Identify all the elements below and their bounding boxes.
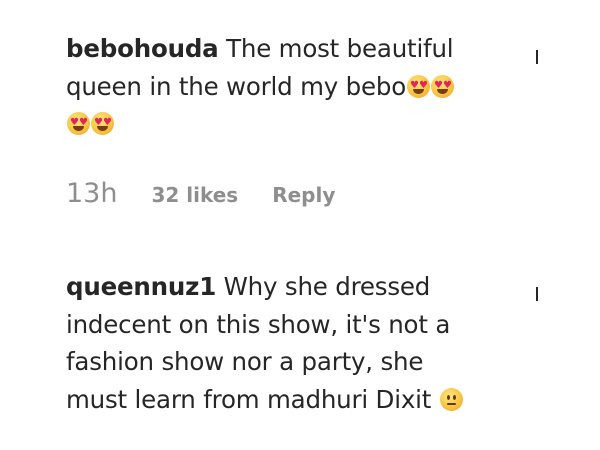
comment-text-line: must learn from madhuri Dixit: [66, 384, 439, 414]
neutral-face-emoji-icon: [439, 387, 463, 411]
heart-eyes-emoji-icon: ♥ ♥: [431, 74, 455, 98]
comment-text: bebohouda The most beautiful queen in th…: [66, 30, 506, 143]
comment-meta: 13h 32 likes Reply: [66, 178, 335, 209]
comment-likes-count[interactable]: 32 likes: [151, 183, 238, 207]
comment-text: queennuz1 Why she dressed indecent on th…: [66, 268, 506, 418]
heart-eyes-emoji-icon: ♥ ♥: [91, 112, 114, 135]
like-heart-icon[interactable]: [536, 287, 538, 301]
comment: bebohouda The most beautiful queen in th…: [66, 30, 506, 143]
comment-text-line: indecent on this show, it's not a: [66, 309, 451, 339]
comment-text-line: The most beautiful: [218, 34, 454, 63]
heart-eyes-emoji-icon: ♥ ♥: [67, 112, 90, 135]
comment-text-line: queen in the world my bebo: [66, 71, 407, 101]
comment-text-line: fashion show nor a party, she: [66, 347, 424, 376]
comment-username[interactable]: bebohouda: [66, 34, 219, 63]
comment-timestamp: 13h: [66, 178, 118, 209]
comment: queennuz1 Why she dressed indecent on th…: [66, 268, 506, 418]
like-heart-icon[interactable]: [536, 50, 538, 64]
comment-username[interactable]: queennuz1: [66, 272, 216, 301]
heart-eyes-emoji-icon: ♥ ♥: [407, 74, 431, 98]
reply-button[interactable]: Reply: [272, 183, 335, 207]
comment-text-line: Why she dressed: [216, 272, 431, 301]
